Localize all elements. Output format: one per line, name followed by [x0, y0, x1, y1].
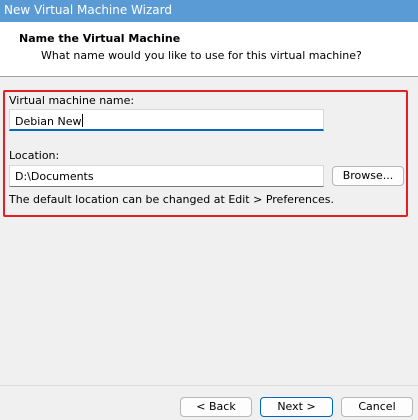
- back-button[interactable]: < Back: [180, 397, 252, 417]
- window-title: New Virtual Machine Wizard: [4, 3, 172, 17]
- location-value: D:\Documents: [15, 170, 94, 183]
- wizard-header: Name the Virtual Machine What name would…: [0, 22, 418, 76]
- page-title: Name the Virtual Machine: [19, 32, 181, 45]
- page-subtitle: What name would you like to use for this…: [41, 49, 362, 62]
- location-hint: The default location can be changed at E…: [9, 193, 335, 206]
- footer-divider: [0, 385, 418, 386]
- text-caret: [82, 114, 84, 127]
- next-button[interactable]: Next >: [260, 397, 333, 417]
- header-divider: [0, 76, 418, 77]
- location-input[interactable]: D:\Documents: [9, 165, 324, 187]
- browse-button[interactable]: Browse...: [332, 166, 404, 186]
- vm-name-input[interactable]: Debian New: [9, 109, 324, 131]
- title-bar[interactable]: New Virtual Machine Wizard: [0, 0, 418, 22]
- vm-name-value: Debian New: [15, 115, 82, 128]
- location-label: Location:: [9, 149, 60, 162]
- cancel-button[interactable]: Cancel: [341, 397, 413, 417]
- vm-name-label: Virtual machine name:: [9, 94, 135, 107]
